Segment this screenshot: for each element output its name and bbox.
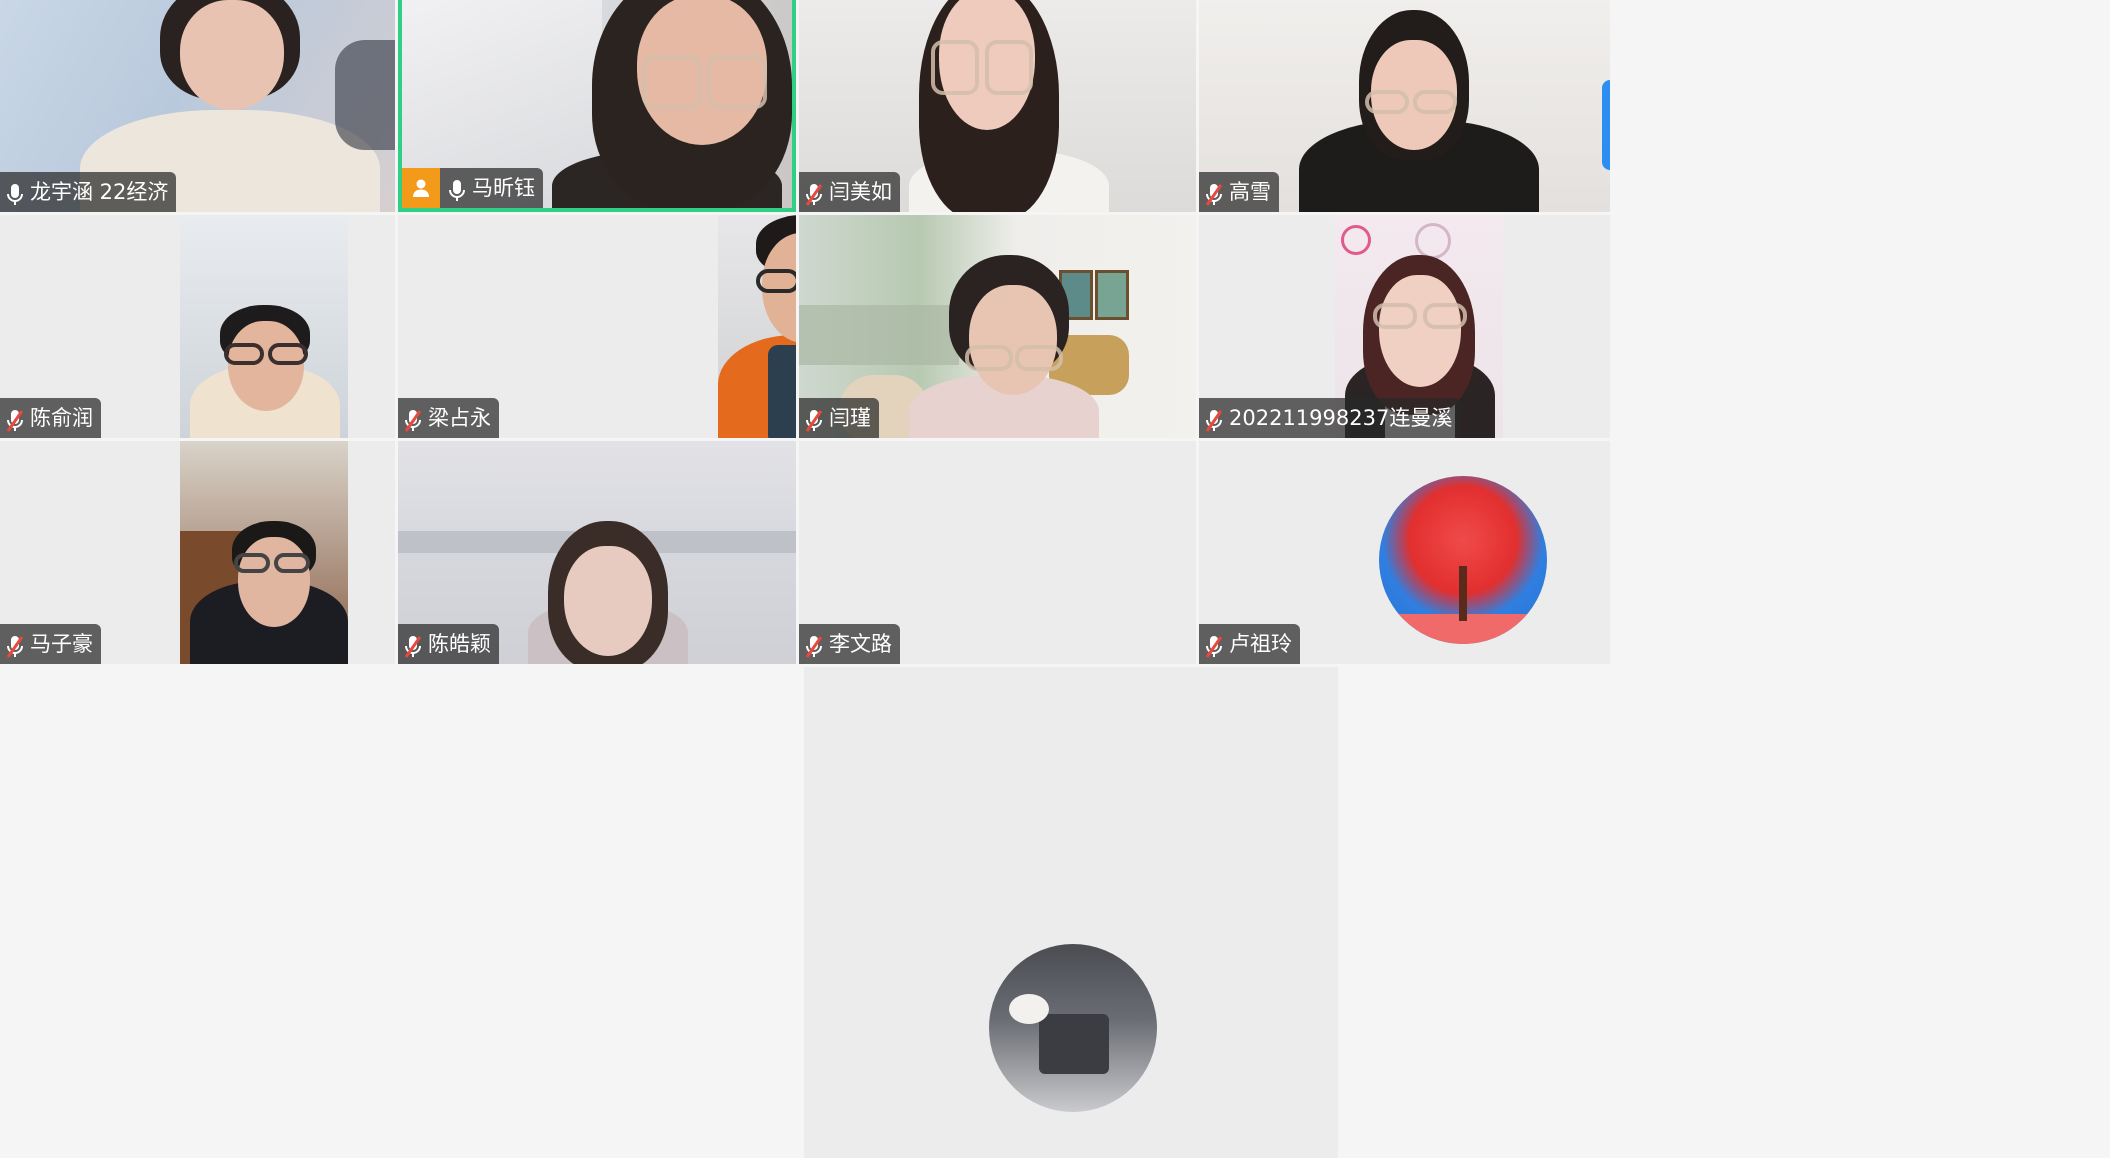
participant-name: 梁占永 [428,406,491,430]
participant-name: 李文路 [829,632,892,656]
video-tile[interactable]: 马子豪 [0,441,395,664]
participant-name: 陈俞润 [30,406,93,430]
participant-name-badge: 马子豪 [0,624,101,664]
participant-name-badge: 李文路 [799,624,900,664]
participant-name-badge: 陈俞润 [0,398,101,438]
microphone-icon [448,176,466,201]
video-tile[interactable]: 梁占永 [398,215,796,438]
avatar [1379,476,1547,644]
video-tile[interactable]: 闫美如 [799,0,1196,212]
microphone-muted-icon [6,406,24,432]
microphone-icon [6,180,24,205]
participant-name: 马昕钰 [472,176,535,200]
participant-video [180,215,348,438]
participant-name-badge: 陈皓颖 [398,624,499,664]
microphone-muted-icon [6,632,24,658]
video-tile[interactable]: 龙宇涵 22经济 [0,0,395,212]
video-tile[interactable]: 202211998237连曼溪 [1199,215,1610,438]
host-person-icon [402,168,440,208]
participant-name-badge: 202211998237连曼溪 [1199,398,1461,438]
side-panel-tab[interactable] [1602,80,1610,170]
video-tile-active-speaker[interactable]: 马昕钰 [398,0,796,212]
microphone-muted-icon [805,632,823,658]
microphone-muted-icon [1205,180,1223,206]
participant-name-badge: 卢祖玲 [1199,624,1300,664]
participant-name-badge: 龙宇涵 22经济 [0,172,177,212]
microphone-muted-icon [1205,632,1223,658]
microphone-muted-icon [404,632,422,658]
participant-name: 高雪 [1229,180,1271,204]
participant-video [718,215,796,438]
participant-name: 卢祖玲 [1229,632,1292,656]
participant-name: 马子豪 [30,632,93,656]
microphone-muted-icon [404,406,422,432]
video-tile[interactable]: 高雪 [1199,0,1610,212]
participant-name-badge: 马昕钰 [402,168,543,208]
participant-name: 陈皓颖 [428,632,491,656]
participant-name: 闫美如 [829,180,892,204]
microphone-muted-icon [805,180,823,206]
video-tile[interactable]: 陈皓颖 [398,441,796,664]
video-tile[interactable]: 李文路 [799,441,1196,664]
video-tile[interactable]: 陈俞润 [0,215,395,438]
microphone-muted-icon [805,406,823,432]
video-tile[interactable] [804,667,1338,1158]
microphone-muted-icon [1205,406,1223,432]
video-tile[interactable]: 卢祖玲 [1199,441,1610,664]
participant-name-badge: 梁占永 [398,398,499,438]
video-tile[interactable]: 闫瑾 [799,215,1196,438]
participant-name: 闫瑾 [829,406,871,430]
avatar [989,944,1157,1112]
participant-name-badge: 闫美如 [799,172,900,212]
participant-video [180,441,348,664]
participant-name-badge: 闫瑾 [799,398,879,438]
participant-name: 202211998237连曼溪 [1229,406,1453,430]
participant-name-badge: 高雪 [1199,172,1279,212]
participant-name: 龙宇涵 22经济 [30,180,169,204]
